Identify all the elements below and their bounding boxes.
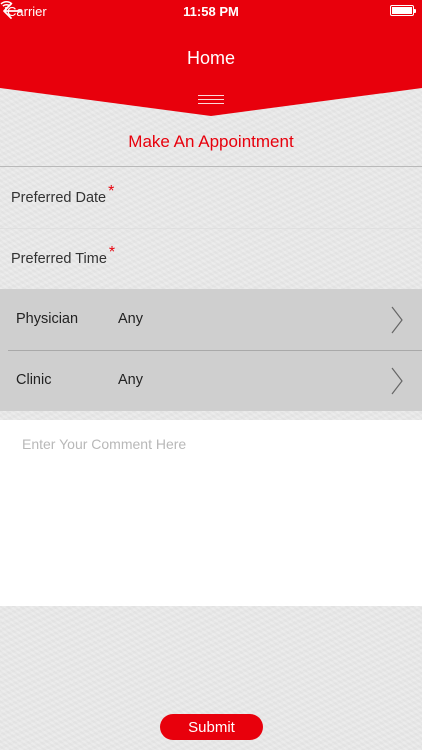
clinic-value: Any xyxy=(118,372,143,388)
clinic-label: Clinic xyxy=(16,372,52,388)
required-asterisk: * xyxy=(108,244,116,261)
nav-title: Home xyxy=(186,48,235,68)
physician-selector[interactable]: Physician Any xyxy=(0,289,422,350)
preferred-time-field[interactable]: Preferred Time * xyxy=(0,228,422,289)
preferred-date-field[interactable]: Preferred Date * xyxy=(0,167,422,228)
battery-icon xyxy=(390,5,416,16)
comment-input[interactable] xyxy=(0,420,422,606)
chevron-right-icon xyxy=(391,306,403,334)
back-arrow-icon[interactable] xyxy=(0,0,24,22)
selection-block: Physician Any Clinic Any xyxy=(0,289,422,411)
physician-value: Any xyxy=(118,311,143,327)
preferred-date-label: Preferred Date * xyxy=(11,183,115,206)
required-asterisk: * xyxy=(108,183,115,200)
header: Carrier 11:58 PM Home xyxy=(0,0,422,120)
status-bar: Carrier 11:58 PM xyxy=(0,0,422,22)
hamburger-menu-icon[interactable] xyxy=(198,95,224,107)
chevron-right-icon xyxy=(391,367,403,395)
clinic-selector[interactable]: Clinic Any xyxy=(0,350,422,411)
submit-button[interactable]: Submit xyxy=(160,714,263,740)
form-title: Make An Appointment xyxy=(128,132,294,151)
clock: 11:58 PM xyxy=(183,4,239,19)
preferred-time-label: Preferred Time * xyxy=(11,244,116,267)
physician-label: Physician xyxy=(16,311,79,327)
